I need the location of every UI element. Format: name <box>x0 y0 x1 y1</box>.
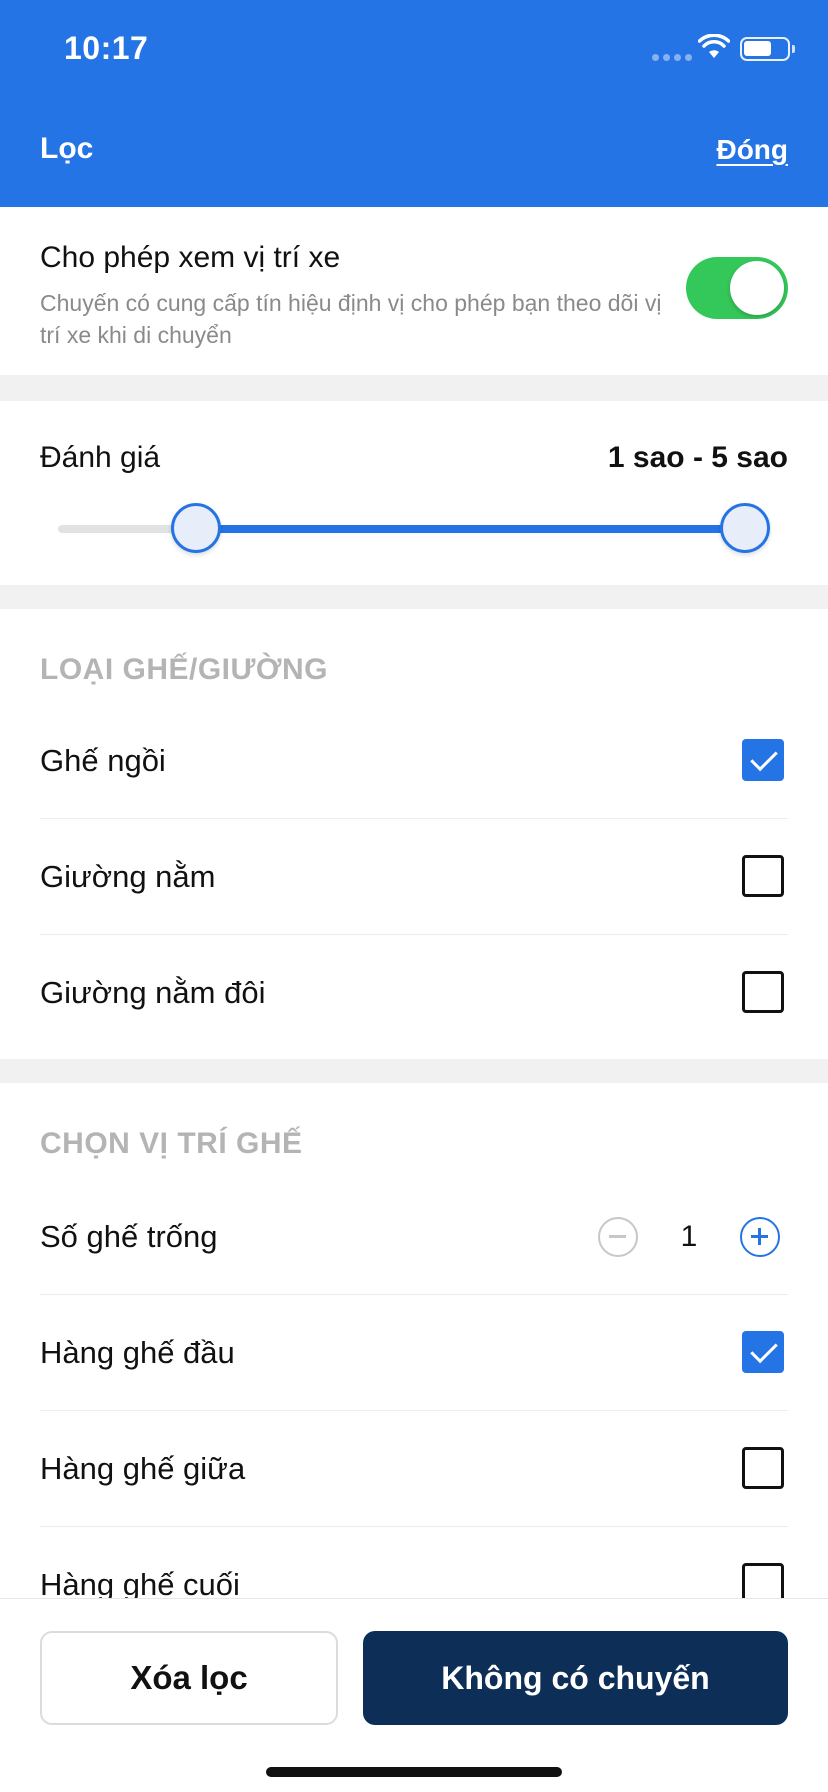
header-bar: 10:17 Lọc Đóng <box>0 0 828 207</box>
wifi-icon <box>698 34 730 58</box>
close-button[interactable]: Đóng <box>716 134 788 166</box>
location-tracking-toggle[interactable] <box>686 257 788 319</box>
seat-position-option-front[interactable]: Hàng ghế đầu <box>40 1295 788 1411</box>
checkbox[interactable] <box>742 855 784 897</box>
seat-type-option-sleeper[interactable]: Giường nằm <box>40 819 788 935</box>
location-tracking-description: Chuyến có cung cấp tín hiệu định vị cho … <box>40 290 662 348</box>
location-tracking-title: Cho phép xem vị trí xe <box>40 241 341 274</box>
seat-position-option-middle[interactable]: Hàng ghế giữa <box>40 1411 788 1527</box>
rating-value: 1 sao - 5 sao <box>607 441 788 474</box>
toggle-knob <box>730 261 784 315</box>
seat-position-heading: CHỌN VỊ TRÍ GHẾ <box>40 1127 303 1160</box>
empty-seats-value: 1 <box>680 1220 698 1253</box>
option-label: Giường nằm <box>40 859 216 894</box>
checkbox[interactable] <box>742 1331 784 1373</box>
rating-section: Đánh giá 1 sao - 5 sao <box>0 401 828 585</box>
apply-filter-button[interactable]: Không có chuyến <box>363 1631 788 1725</box>
footer-bar: Xóa lọc Không có chuyến <box>0 1598 828 1792</box>
rating-min-handle[interactable] <box>170 503 221 553</box>
rating-slider-fill <box>195 525 745 533</box>
empty-seats-label: Số ghế trống <box>40 1219 218 1254</box>
option-label: Ghế ngồi <box>40 743 166 778</box>
home-indicator <box>266 1767 562 1777</box>
minus-circle-icon[interactable] <box>598 1217 638 1257</box>
location-tracking-section: Cho phép xem vị trí xe Chuyến có cung cấ… <box>0 207 828 375</box>
section-divider <box>0 585 828 609</box>
battery-icon <box>740 37 795 61</box>
empty-seats-row: Số ghế trống 1 <box>40 1179 788 1295</box>
section-divider <box>0 1059 828 1083</box>
checkbox[interactable] <box>742 1447 784 1489</box>
section-divider <box>0 375 828 401</box>
rating-max-handle[interactable] <box>720 503 770 553</box>
seat-position-section: CHỌN VỊ TRÍ GHẾ Số ghế trống 1 Hàng ghế … <box>0 1083 828 1605</box>
checkbox[interactable] <box>742 739 784 781</box>
rating-slider-track[interactable] <box>58 503 770 553</box>
clear-filter-button[interactable]: Xóa lọc <box>40 1631 338 1725</box>
seat-type-section: LOẠI GHẾ/GIƯỜNG Ghế ngồi Giường nằm Giườ… <box>0 609 828 1059</box>
option-label: Hàng ghế giữa <box>40 1451 246 1486</box>
empty-seats-stepper: 1 <box>598 1217 780 1257</box>
seat-type-option-double-sleeper[interactable]: Giường nằm đôi <box>40 935 788 1051</box>
cellular-signal-icon <box>652 54 692 61</box>
seat-type-heading: LOẠI GHẾ/GIƯỜNG <box>40 653 328 686</box>
plus-circle-icon[interactable] <box>740 1217 780 1257</box>
checkbox[interactable] <box>742 971 784 1013</box>
option-label: Hàng ghế đầu <box>40 1335 235 1370</box>
status-time: 10:17 <box>64 30 149 66</box>
page-title: Lọc <box>40 132 94 165</box>
rating-label: Đánh giá <box>40 441 161 474</box>
seat-type-option-seat[interactable]: Ghế ngồi <box>40 703 788 819</box>
option-label: Giường nằm đôi <box>40 975 266 1010</box>
